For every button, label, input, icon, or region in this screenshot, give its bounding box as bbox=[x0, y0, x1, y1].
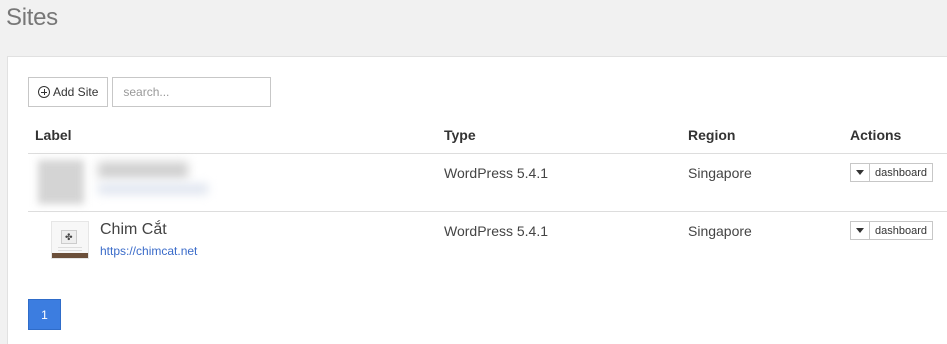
site-thumbnail: ✤ bbox=[51, 221, 89, 259]
sites-panel: Add Site Label Type Region Actions WordP… bbox=[7, 56, 947, 344]
table-row: ✤ Chim Cắt https://chimcat.net WordPress… bbox=[28, 212, 947, 270]
toolbar: Add Site bbox=[28, 77, 272, 107]
caret-down-icon bbox=[856, 228, 864, 233]
pagination-page-1[interactable]: 1 bbox=[28, 299, 61, 330]
fan-icon: ✤ bbox=[65, 232, 73, 242]
thumbnail-text-line bbox=[58, 247, 82, 248]
page-title: Sites bbox=[6, 4, 58, 31]
dashboard-button[interactable]: dashboard bbox=[870, 164, 932, 181]
site-thumbnail-redacted bbox=[38, 160, 84, 204]
site-region: Singapore bbox=[688, 223, 752, 239]
actions-dropdown: dashboard bbox=[850, 221, 933, 240]
add-site-button[interactable]: Add Site bbox=[28, 77, 109, 107]
plus-circle-icon bbox=[38, 86, 50, 98]
site-type: WordPress 5.4.1 bbox=[444, 223, 549, 239]
search-input[interactable] bbox=[112, 77, 272, 107]
table-row: WordPress 5.4.1 Singapore dashboard bbox=[28, 154, 947, 212]
thumbnail-text-line bbox=[58, 250, 82, 251]
column-header-type: Type bbox=[444, 127, 476, 143]
site-url-redacted bbox=[98, 184, 208, 194]
site-region: Singapore bbox=[688, 165, 752, 181]
caret-down-icon bbox=[856, 170, 864, 175]
add-site-label: Add Site bbox=[53, 85, 99, 99]
site-name: Chim Cắt bbox=[100, 221, 167, 238]
site-name-redacted bbox=[98, 162, 188, 178]
dashboard-button[interactable]: dashboard bbox=[870, 222, 932, 239]
column-header-actions: Actions bbox=[850, 127, 902, 143]
site-url-link[interactable]: https://chimcat.net bbox=[100, 244, 197, 258]
actions-dropdown: dashboard bbox=[850, 163, 933, 182]
column-header-region: Region bbox=[688, 127, 736, 143]
thumbnail-footer-bar bbox=[52, 253, 88, 258]
actions-toggle-button[interactable] bbox=[851, 164, 870, 181]
actions-toggle-button[interactable] bbox=[851, 222, 870, 239]
site-type: WordPress 5.4.1 bbox=[444, 165, 549, 181]
column-header-label: Label bbox=[35, 127, 72, 143]
